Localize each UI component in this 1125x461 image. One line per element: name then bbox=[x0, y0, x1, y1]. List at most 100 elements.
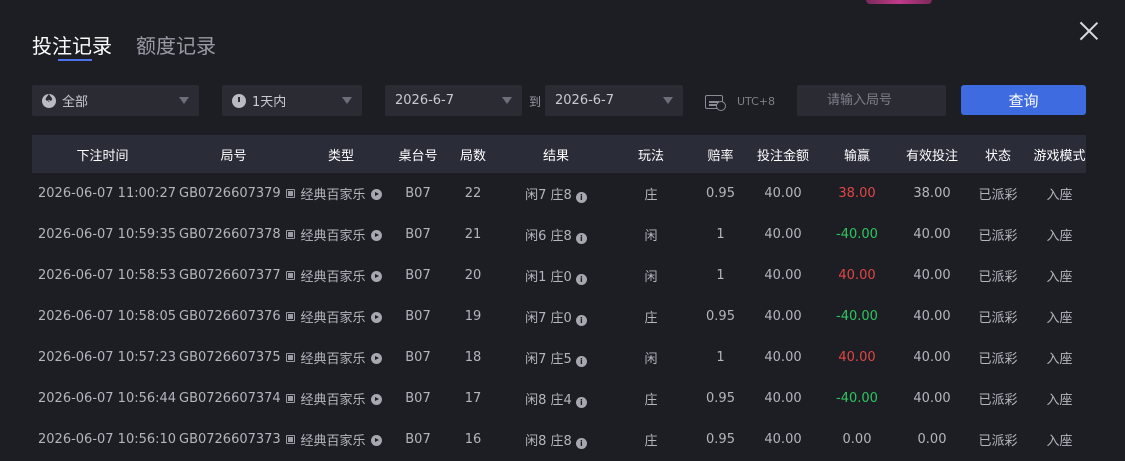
copy-icon[interactable] bbox=[285, 435, 295, 444]
header-game-mode: 游戏模式 bbox=[1033, 148, 1086, 164]
round-id-text: GB0726607378 bbox=[179, 227, 281, 242]
cell-bet-time: 2026-06-07 10:56:44 bbox=[38, 391, 177, 406]
cell-round-count: 20 bbox=[464, 268, 482, 283]
play-icon[interactable] bbox=[370, 230, 382, 241]
copy-icon[interactable] bbox=[285, 271, 295, 280]
copy-icon[interactable] bbox=[285, 312, 295, 321]
type-text: 经典百家乐 bbox=[300, 270, 366, 285]
cell-bet-time: 2026-06-07 10:59:35 bbox=[38, 227, 177, 242]
cell-valid-bet: 0.00 bbox=[917, 432, 947, 447]
game-select[interactable]: 全部 bbox=[32, 85, 199, 116]
clock-icon bbox=[232, 93, 246, 108]
cell-type: 经典百家乐 bbox=[294, 173, 388, 214]
bet-records-table: 下注时间 局号 类型 桌台号 局数 结果 玩法 赔率 投注金额 输赢 有效投注 … bbox=[32, 135, 1086, 460]
table-row: 2026-06-07 10:58:53 GB0726607377 经典百家乐 B07 2… bbox=[32, 255, 1086, 296]
cell-round-id: GB0726607379 bbox=[173, 173, 295, 214]
cell-type: 经典百家乐 bbox=[294, 296, 388, 337]
cell-table-no: B07 bbox=[405, 227, 431, 242]
tab-label: 额度记录 bbox=[136, 34, 216, 58]
cell-round-id: GB0726607376 bbox=[173, 296, 295, 337]
copy-icon[interactable] bbox=[285, 230, 295, 239]
chevron-down-icon bbox=[502, 97, 512, 104]
info-icon[interactable]: i bbox=[575, 192, 587, 203]
cell-bet-type: 庄 bbox=[644, 393, 658, 408]
cell-odds: 0.95 bbox=[706, 309, 735, 324]
play-icon[interactable] bbox=[370, 394, 382, 405]
cell-odds: 0.95 bbox=[706, 391, 735, 406]
play-icon[interactable] bbox=[370, 312, 382, 323]
cell-round-id: GB0726607377 bbox=[173, 255, 295, 296]
calendar-clock-icon[interactable] bbox=[705, 92, 726, 111]
round-id-text: GB0726607376 bbox=[179, 309, 281, 324]
header-bet-type: 玩法 bbox=[637, 148, 664, 164]
info-icon[interactable]: i bbox=[575, 438, 587, 449]
date-to-select[interactable]: 2026-6-7 bbox=[545, 85, 683, 116]
cell-bet-amount: 40.00 bbox=[764, 432, 802, 447]
cell-win-loss: -40.00 bbox=[836, 227, 878, 242]
header-bet-amount: 投注金额 bbox=[756, 148, 809, 164]
cell-game-mode: 入座 bbox=[1046, 434, 1073, 449]
cell-table-no: B07 bbox=[405, 391, 431, 406]
date-to-value: 2026-6-7 bbox=[555, 93, 615, 108]
copy-icon[interactable] bbox=[285, 394, 295, 403]
header-valid-bet: 有效投注 bbox=[905, 148, 958, 164]
spade-icon bbox=[42, 92, 56, 108]
cell-odds: 0.95 bbox=[706, 432, 735, 447]
play-icon[interactable] bbox=[370, 353, 382, 364]
copy-icon[interactable] bbox=[285, 353, 295, 362]
copy-icon[interactable] bbox=[285, 189, 295, 198]
range-select[interactable]: 1天内 bbox=[222, 85, 362, 116]
cell-valid-bet: 40.00 bbox=[913, 227, 951, 242]
header-round-count: 局数 bbox=[459, 148, 486, 164]
cell-round-count: 17 bbox=[464, 391, 482, 406]
cell-status: 已派彩 bbox=[978, 188, 1018, 203]
cell-type: 经典百家乐 bbox=[294, 255, 388, 296]
date-from-value: 2026-6-7 bbox=[395, 93, 455, 108]
tab-bet-records[interactable]: 投注记录 bbox=[32, 30, 112, 65]
info-icon[interactable]: i bbox=[575, 356, 587, 367]
cell-round-id: GB0726607375 bbox=[173, 337, 295, 378]
cell-bet-amount: 40.00 bbox=[764, 186, 802, 201]
type-text: 经典百家乐 bbox=[300, 229, 366, 244]
date-from-select[interactable]: 2026-6-7 bbox=[385, 85, 522, 116]
info-icon[interactable]: i bbox=[575, 233, 587, 244]
info-icon[interactable]: i bbox=[575, 274, 587, 285]
cell-table-no: B07 bbox=[405, 350, 431, 365]
info-icon[interactable]: i bbox=[575, 315, 587, 326]
cell-bet-time: 2026-06-07 11:00:27 bbox=[38, 186, 177, 201]
cell-status: 已派彩 bbox=[978, 229, 1018, 244]
close-icon[interactable] bbox=[1078, 20, 1100, 42]
header-bet-time: 下注时间 bbox=[76, 148, 129, 164]
cell-table-no: B07 bbox=[405, 432, 431, 447]
tab-credit-records[interactable]: 额度记录 bbox=[136, 30, 216, 65]
cell-game-mode: 入座 bbox=[1046, 393, 1073, 408]
round-search-input[interactable] bbox=[797, 85, 946, 116]
cell-round-count: 22 bbox=[464, 186, 482, 201]
info-icon[interactable]: i bbox=[575, 397, 587, 408]
cell-game-mode: 入座 bbox=[1046, 311, 1073, 326]
tab-label: 投注记录 bbox=[32, 34, 112, 58]
result-text: 闲6 庄8 bbox=[525, 229, 572, 244]
cell-bet-amount: 40.00 bbox=[764, 268, 802, 283]
table-row: 2026-06-07 10:57:23 GB0726607375 经典百家乐 B07 1… bbox=[32, 337, 1086, 378]
cell-round-count: 21 bbox=[464, 227, 482, 242]
round-id-text: GB0726607379 bbox=[179, 186, 281, 201]
cell-result: 闲8 庄4 i bbox=[498, 378, 614, 419]
cell-bet-type: 闲 bbox=[644, 270, 658, 285]
cell-type: 经典百家乐 bbox=[294, 337, 388, 378]
cell-win-loss: 40.00 bbox=[838, 350, 876, 365]
cell-type: 经典百家乐 bbox=[294, 378, 388, 419]
type-text: 经典百家乐 bbox=[300, 311, 366, 326]
filter-bar: 全部 1天内 2026-6-7 到 2026-6-7 UTC+8 查询 bbox=[0, 85, 1125, 117]
play-icon[interactable] bbox=[370, 271, 382, 282]
query-button[interactable]: 查询 bbox=[961, 85, 1086, 115]
type-text: 经典百家乐 bbox=[300, 393, 366, 408]
cell-game-mode: 入座 bbox=[1046, 352, 1073, 367]
cell-odds: 1 bbox=[716, 268, 725, 283]
header-result: 结果 bbox=[542, 148, 569, 164]
play-icon[interactable] bbox=[370, 189, 382, 200]
play-icon[interactable] bbox=[370, 435, 382, 446]
type-text: 经典百家乐 bbox=[300, 188, 366, 203]
cell-table-no: B07 bbox=[405, 309, 431, 324]
cell-round-count: 18 bbox=[464, 350, 482, 365]
